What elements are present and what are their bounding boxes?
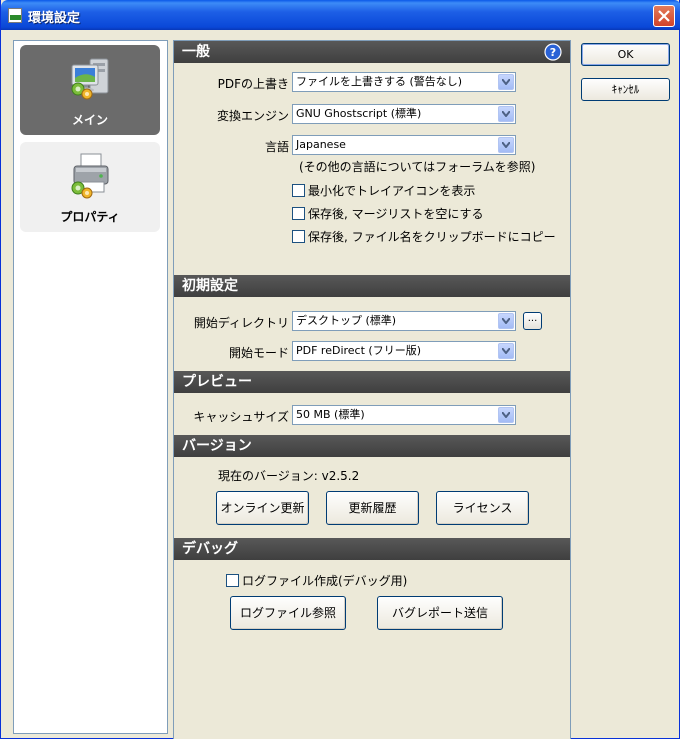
printer-settings-icon [71,153,109,199]
clear-list-checkbox-row[interactable]: 保存後, マージリストを空にする [292,205,484,222]
log-checkbox-row[interactable]: ログファイル作成(デバッグ用) [226,572,407,589]
title-bar: 環境設定 [1,0,680,30]
tray-checkbox[interactable] [292,184,305,197]
copy-filename-checkbox-row[interactable]: 保存後, ファイル名をクリップボードにコピー [292,228,556,245]
overwrite-select[interactable]: ファイルを上書きする (警告なし) [292,72,516,92]
update-history-button[interactable]: 更新履歴 [326,491,419,525]
section-general-header: 一般 ? [174,41,570,63]
chevron-down-icon[interactable] [498,137,514,153]
copy-filename-checkbox[interactable] [292,230,305,243]
language-value: Japanese [296,138,346,151]
current-version-text: 現在のバージョン: v2.5.2 [218,469,360,483]
settings-window: 環境設定 メイン プロパティ 一般 ? PDFの上書き ファイルを上書きする (… [0,0,680,739]
close-icon [658,10,670,22]
send-bug-report-button[interactable]: バグレポート送信 [377,596,503,630]
tray-checkbox-row[interactable]: 最小化でトレイアイコンを表示 [292,182,475,199]
section-general-title: 一般 [182,44,210,60]
section-initial-header: 初期設定 [174,275,570,297]
help-icon[interactable]: ? [544,43,562,61]
tray-checkbox-label: 最小化でトレイアイコンを表示 [308,184,476,198]
overwrite-value: ファイルを上書きする (警告なし) [296,75,463,88]
start-dir-label: 開始ディレクトリ [193,316,289,330]
start-dir-value: デスクトップ (標準) [296,314,397,327]
log-checkbox[interactable] [226,574,239,587]
window-title: 環境設定 [28,11,81,26]
ok-button[interactable]: OK [581,43,670,66]
close-button[interactable] [653,5,675,27]
cache-size-select[interactable]: 50 MB (標準) [292,405,516,425]
svg-text:?: ? [550,46,556,59]
overwrite-label: PDFの上書き [217,77,289,91]
language-note: (その他の言語についてはフォーラムを参照) [299,160,536,174]
engine-value: GNU Ghostscript (標準) [296,107,422,120]
chevron-down-icon[interactable] [498,106,514,122]
start-mode-select[interactable]: PDF reDirect (フリー版) [292,341,516,361]
section-initial-title: 初期設定 [182,278,238,294]
engine-label: 変換エンジン [216,109,289,123]
nav-properties-label: プロパティ [60,210,120,224]
section-preview-title: プレビュー [182,374,252,390]
section-debug-title: デバッグ [182,541,238,557]
cache-size-label: キャッシュサイズ [193,410,289,424]
chevron-down-icon[interactable] [498,313,514,329]
section-debug-header: デバッグ [174,538,570,560]
section-preview-header: プレビュー [174,371,570,393]
cache-size-value: 50 MB (標準) [296,408,365,421]
browse-button[interactable]: ... [523,312,542,330]
clear-list-checkbox[interactable] [292,207,305,220]
language-label: 言語 [264,140,289,154]
computer-settings-icon [71,58,109,100]
license-button[interactable]: ライセンス [436,491,529,525]
nav-item-main[interactable]: メイン [20,45,160,135]
language-select[interactable]: Japanese [292,135,516,155]
chevron-down-icon[interactable] [498,74,514,90]
nav-panel: メイン プロパティ [13,40,168,734]
clear-list-checkbox-label: 保存後, マージリストを空にする [308,207,484,221]
start-mode-value: PDF reDirect (フリー版) [296,344,421,357]
start-dir-select[interactable]: デスクトップ (標準) [292,311,516,331]
nav-main-label: メイン [71,113,108,127]
nav-item-properties[interactable]: プロパティ [20,142,160,232]
section-version-header: バージョン [174,435,570,457]
log-checkbox-label: ログファイル作成(デバッグ用) [242,574,408,588]
section-version-title: バージョン [182,438,252,454]
online-update-button[interactable]: オンライン更新 [216,491,309,525]
chevron-down-icon[interactable] [498,407,514,423]
cancel-button[interactable]: ｷｬﾝｾﾙ [581,78,670,101]
chevron-down-icon[interactable] [498,343,514,359]
pdf-app-icon [8,8,22,23]
start-mode-label: 開始モード [228,346,289,360]
settings-panel: 一般 ? PDFの上書き ファイルを上書きする (警告なし) 変換エンジン GN… [173,40,571,739]
copy-filename-checkbox-label: 保存後, ファイル名をクリップボードにコピー [308,230,556,244]
view-log-button[interactable]: ログファイル参照 [230,596,346,630]
engine-select[interactable]: GNU Ghostscript (標準) [292,104,516,124]
